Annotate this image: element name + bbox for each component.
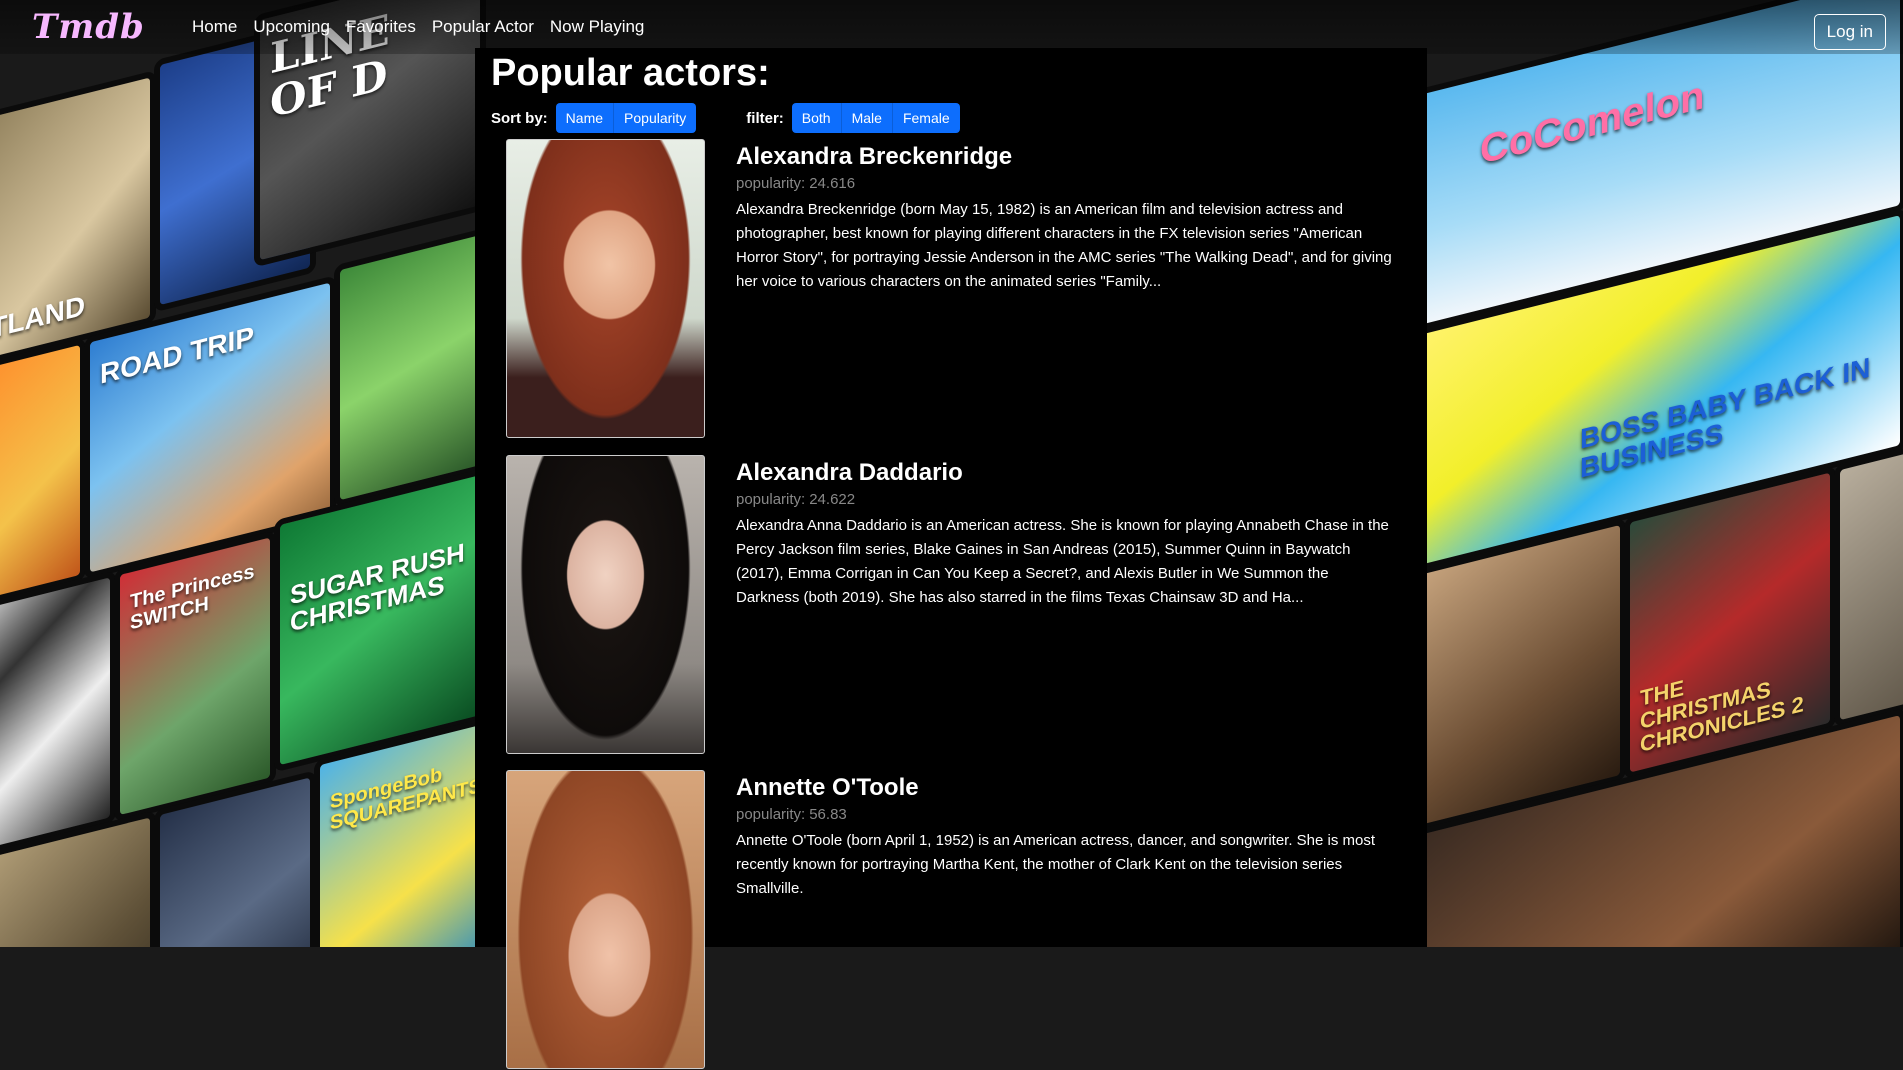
popularity-value: 56.83: [809, 806, 847, 823]
poster: [1420, 524, 1620, 825]
poster: THE CHRISTMAS CHRONICLES 2: [1630, 472, 1830, 773]
actor-photo[interactable]: [506, 770, 705, 1069]
sort-by-name-button[interactable]: Name: [555, 103, 615, 133]
top-navbar: Tmdb Home Upcoming Favorites Popular Act…: [0, 0, 1903, 54]
nav-link-popular-actor[interactable]: Popular Actor: [432, 17, 534, 37]
poster: The Princess SWITCH: [120, 537, 270, 815]
actor-photo[interactable]: [506, 139, 705, 438]
filter-label: filter:: [746, 109, 784, 127]
popularity-label: popularity:: [736, 806, 806, 823]
poster-collage-left: RTLAND LINE OF D ROAD TRIP The Princess …: [0, 0, 480, 947]
popularity-label: popularity:: [736, 491, 806, 508]
filter-both-button[interactable]: Both: [791, 103, 842, 133]
actor-name[interactable]: Alexandra Daddario: [736, 459, 1396, 487]
filter-male-button[interactable]: Male: [841, 103, 893, 133]
brand-logo[interactable]: Tmdb: [32, 7, 192, 47]
page-title: Popular actors:: [491, 52, 770, 94]
actor-bio: Annette O'Toole (born April 1, 1952) is …: [736, 832, 1376, 897]
poster-collage-right: CoComelon BOSS BABY BACK IN BUSINESS THE…: [1420, 0, 1903, 947]
actor-info: Alexandra Breckenridge popularity: 24.616…: [736, 143, 1396, 294]
poster: SpongeBob SQUAREPANTS: [320, 725, 480, 947]
poster: [160, 777, 310, 947]
actor-popularity: popularity: 56.83: [736, 806, 1396, 823]
popularity-value: 24.622: [809, 491, 856, 508]
actor-bio: Alexandra Anna Daddario is an American a…: [736, 517, 1389, 606]
nav-link-home[interactable]: Home: [192, 17, 237, 37]
filter-female-button[interactable]: Female: [892, 103, 960, 133]
poster: RTLAND: [0, 77, 150, 365]
actor-name[interactable]: Alexandra Breckenridge: [736, 143, 1396, 171]
actor-card[interactable]: Alexandra Daddario popularity: 24.622 Ale…: [506, 455, 1406, 755]
actor-photo[interactable]: [506, 455, 705, 754]
filter-controls: filter: Both Male Female: [746, 103, 960, 133]
poster: [340, 235, 480, 501]
sort-button-group: Name Popularity: [555, 103, 697, 133]
poster: [1840, 445, 1903, 721]
popularity-label: popularity:: [736, 175, 806, 192]
sort-label: Sort by:: [491, 109, 548, 127]
filter-button-group: Both Male Female: [791, 103, 960, 133]
actor-bio: Alexandra Breckenridge (born May 15, 198…: [736, 201, 1392, 290]
actor-popularity: popularity: 24.622: [736, 491, 1396, 508]
actor-name[interactable]: Annette O'Toole: [736, 774, 1396, 802]
actor-info: Annette O'Toole popularity: 56.83 Annette…: [736, 774, 1396, 901]
actors-panel: Popular actors: Sort by: Name Popularity…: [475, 48, 1427, 1069]
nav-link-upcoming[interactable]: Upcoming: [253, 17, 330, 37]
actor-card[interactable]: Annette O'Toole popularity: 56.83 Annette…: [506, 770, 1406, 1070]
poster: [0, 344, 80, 605]
nav-link-now-playing[interactable]: Now Playing: [550, 17, 645, 37]
sort-by-popularity-button[interactable]: Popularity: [614, 103, 697, 133]
poster: [0, 577, 110, 855]
actor-info: Alexandra Daddario popularity: 24.622 Ale…: [736, 459, 1396, 610]
login-button[interactable]: Log in: [1813, 14, 1886, 50]
actor-card[interactable]: Alexandra Breckenridge popularity: 24.616…: [506, 139, 1406, 439]
actor-popularity: popularity: 24.616: [736, 175, 1396, 192]
popularity-value: 24.616: [809, 175, 856, 192]
poster: SUGAR RUSH CHRISTMAS: [280, 475, 480, 766]
controls-bar: Sort by: Name Popularity filter: Both Ma…: [491, 103, 960, 133]
nav-link-favorites[interactable]: Favorites: [346, 17, 416, 37]
nav-links: Home Upcoming Favorites Popular Actor No…: [192, 17, 644, 37]
